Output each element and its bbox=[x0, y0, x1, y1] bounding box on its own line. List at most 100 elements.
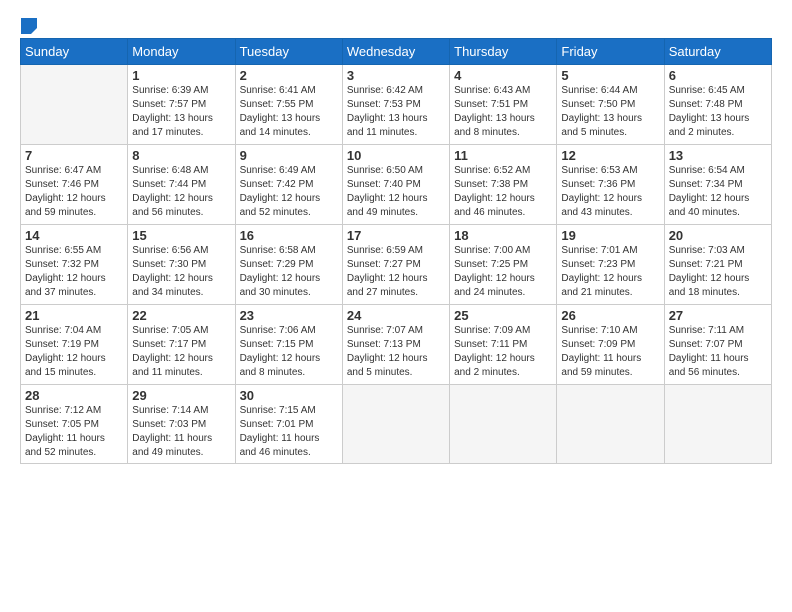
weekday-header: Friday bbox=[557, 39, 664, 65]
weekday-header: Tuesday bbox=[235, 39, 342, 65]
day-info: Sunrise: 6:59 AM Sunset: 7:27 PM Dayligh… bbox=[347, 244, 445, 300]
day-info: Sunrise: 7:00 AM Sunset: 7:25 PM Dayligh… bbox=[454, 244, 552, 300]
day-number: 28 bbox=[25, 388, 123, 403]
calendar-day-cell: 30Sunrise: 7:15 AM Sunset: 7:01 PM Dayli… bbox=[235, 385, 342, 464]
weekday-header-row: SundayMondayTuesdayWednesdayThursdayFrid… bbox=[21, 39, 772, 65]
day-number: 7 bbox=[25, 148, 123, 163]
day-info: Sunrise: 7:03 AM Sunset: 7:21 PM Dayligh… bbox=[669, 244, 767, 300]
day-info: Sunrise: 6:54 AM Sunset: 7:34 PM Dayligh… bbox=[669, 164, 767, 220]
calendar-day-cell: 10Sunrise: 6:50 AM Sunset: 7:40 PM Dayli… bbox=[342, 145, 449, 225]
logo-icon bbox=[21, 18, 37, 34]
calendar-day-cell: 12Sunrise: 6:53 AM Sunset: 7:36 PM Dayli… bbox=[557, 145, 664, 225]
day-number: 20 bbox=[669, 228, 767, 243]
day-number: 25 bbox=[454, 308, 552, 323]
calendar-week-row: 28Sunrise: 7:12 AM Sunset: 7:05 PM Dayli… bbox=[21, 385, 772, 464]
calendar-week-row: 7Sunrise: 6:47 AM Sunset: 7:46 PM Daylig… bbox=[21, 145, 772, 225]
calendar-day-cell bbox=[342, 385, 449, 464]
logo bbox=[20, 16, 37, 30]
calendar-day-cell bbox=[450, 385, 557, 464]
day-number: 5 bbox=[561, 68, 659, 83]
day-number: 8 bbox=[132, 148, 230, 163]
day-info: Sunrise: 6:39 AM Sunset: 7:57 PM Dayligh… bbox=[132, 84, 230, 140]
day-info: Sunrise: 7:14 AM Sunset: 7:03 PM Dayligh… bbox=[132, 404, 230, 460]
calendar-day-cell: 29Sunrise: 7:14 AM Sunset: 7:03 PM Dayli… bbox=[128, 385, 235, 464]
day-info: Sunrise: 7:09 AM Sunset: 7:11 PM Dayligh… bbox=[454, 324, 552, 380]
day-number: 10 bbox=[347, 148, 445, 163]
calendar-day-cell: 20Sunrise: 7:03 AM Sunset: 7:21 PM Dayli… bbox=[664, 225, 771, 305]
calendar-day-cell: 15Sunrise: 6:56 AM Sunset: 7:30 PM Dayli… bbox=[128, 225, 235, 305]
calendar-day-cell: 21Sunrise: 7:04 AM Sunset: 7:19 PM Dayli… bbox=[21, 305, 128, 385]
calendar-day-cell: 25Sunrise: 7:09 AM Sunset: 7:11 PM Dayli… bbox=[450, 305, 557, 385]
day-number: 16 bbox=[240, 228, 338, 243]
calendar-day-cell: 23Sunrise: 7:06 AM Sunset: 7:15 PM Dayli… bbox=[235, 305, 342, 385]
calendar-day-cell: 16Sunrise: 6:58 AM Sunset: 7:29 PM Dayli… bbox=[235, 225, 342, 305]
day-info: Sunrise: 7:10 AM Sunset: 7:09 PM Dayligh… bbox=[561, 324, 659, 380]
day-info: Sunrise: 7:11 AM Sunset: 7:07 PM Dayligh… bbox=[669, 324, 767, 380]
day-info: Sunrise: 6:48 AM Sunset: 7:44 PM Dayligh… bbox=[132, 164, 230, 220]
day-info: Sunrise: 6:43 AM Sunset: 7:51 PM Dayligh… bbox=[454, 84, 552, 140]
day-info: Sunrise: 6:42 AM Sunset: 7:53 PM Dayligh… bbox=[347, 84, 445, 140]
weekday-header: Thursday bbox=[450, 39, 557, 65]
weekday-header: Wednesday bbox=[342, 39, 449, 65]
day-number: 30 bbox=[240, 388, 338, 403]
calendar-day-cell: 6Sunrise: 6:45 AM Sunset: 7:48 PM Daylig… bbox=[664, 65, 771, 145]
day-info: Sunrise: 6:55 AM Sunset: 7:32 PM Dayligh… bbox=[25, 244, 123, 300]
day-number: 24 bbox=[347, 308, 445, 323]
weekday-header: Saturday bbox=[664, 39, 771, 65]
calendar-day-cell bbox=[557, 385, 664, 464]
day-number: 14 bbox=[25, 228, 123, 243]
day-info: Sunrise: 6:56 AM Sunset: 7:30 PM Dayligh… bbox=[132, 244, 230, 300]
day-number: 11 bbox=[454, 148, 552, 163]
calendar-day-cell: 9Sunrise: 6:49 AM Sunset: 7:42 PM Daylig… bbox=[235, 145, 342, 225]
day-info: Sunrise: 6:41 AM Sunset: 7:55 PM Dayligh… bbox=[240, 84, 338, 140]
day-info: Sunrise: 7:15 AM Sunset: 7:01 PM Dayligh… bbox=[240, 404, 338, 460]
day-info: Sunrise: 6:53 AM Sunset: 7:36 PM Dayligh… bbox=[561, 164, 659, 220]
calendar-day-cell: 22Sunrise: 7:05 AM Sunset: 7:17 PM Dayli… bbox=[128, 305, 235, 385]
day-number: 18 bbox=[454, 228, 552, 243]
day-number: 27 bbox=[669, 308, 767, 323]
day-info: Sunrise: 7:12 AM Sunset: 7:05 PM Dayligh… bbox=[25, 404, 123, 460]
calendar-day-cell: 27Sunrise: 7:11 AM Sunset: 7:07 PM Dayli… bbox=[664, 305, 771, 385]
calendar-day-cell: 4Sunrise: 6:43 AM Sunset: 7:51 PM Daylig… bbox=[450, 65, 557, 145]
day-number: 19 bbox=[561, 228, 659, 243]
header bbox=[20, 16, 772, 30]
calendar-day-cell: 17Sunrise: 6:59 AM Sunset: 7:27 PM Dayli… bbox=[342, 225, 449, 305]
calendar-day-cell: 24Sunrise: 7:07 AM Sunset: 7:13 PM Dayli… bbox=[342, 305, 449, 385]
calendar-day-cell: 13Sunrise: 6:54 AM Sunset: 7:34 PM Dayli… bbox=[664, 145, 771, 225]
day-number: 2 bbox=[240, 68, 338, 83]
day-number: 15 bbox=[132, 228, 230, 243]
day-info: Sunrise: 6:44 AM Sunset: 7:50 PM Dayligh… bbox=[561, 84, 659, 140]
day-number: 26 bbox=[561, 308, 659, 323]
day-info: Sunrise: 7:04 AM Sunset: 7:19 PM Dayligh… bbox=[25, 324, 123, 380]
day-info: Sunrise: 6:58 AM Sunset: 7:29 PM Dayligh… bbox=[240, 244, 338, 300]
calendar-day-cell: 8Sunrise: 6:48 AM Sunset: 7:44 PM Daylig… bbox=[128, 145, 235, 225]
calendar-day-cell: 14Sunrise: 6:55 AM Sunset: 7:32 PM Dayli… bbox=[21, 225, 128, 305]
weekday-header: Sunday bbox=[21, 39, 128, 65]
day-info: Sunrise: 6:47 AM Sunset: 7:46 PM Dayligh… bbox=[25, 164, 123, 220]
day-info: Sunrise: 6:45 AM Sunset: 7:48 PM Dayligh… bbox=[669, 84, 767, 140]
calendar-day-cell: 19Sunrise: 7:01 AM Sunset: 7:23 PM Dayli… bbox=[557, 225, 664, 305]
day-info: Sunrise: 6:50 AM Sunset: 7:40 PM Dayligh… bbox=[347, 164, 445, 220]
day-number: 1 bbox=[132, 68, 230, 83]
calendar-day-cell: 18Sunrise: 7:00 AM Sunset: 7:25 PM Dayli… bbox=[450, 225, 557, 305]
logo-text bbox=[20, 16, 37, 30]
calendar-day-cell: 5Sunrise: 6:44 AM Sunset: 7:50 PM Daylig… bbox=[557, 65, 664, 145]
day-number: 6 bbox=[669, 68, 767, 83]
day-number: 23 bbox=[240, 308, 338, 323]
calendar-week-row: 21Sunrise: 7:04 AM Sunset: 7:19 PM Dayli… bbox=[21, 305, 772, 385]
calendar-container: SundayMondayTuesdayWednesdayThursdayFrid… bbox=[0, 0, 792, 612]
day-number: 21 bbox=[25, 308, 123, 323]
day-number: 4 bbox=[454, 68, 552, 83]
calendar-day-cell: 26Sunrise: 7:10 AM Sunset: 7:09 PM Dayli… bbox=[557, 305, 664, 385]
day-info: Sunrise: 7:06 AM Sunset: 7:15 PM Dayligh… bbox=[240, 324, 338, 380]
calendar-day-cell: 2Sunrise: 6:41 AM Sunset: 7:55 PM Daylig… bbox=[235, 65, 342, 145]
calendar-week-row: 14Sunrise: 6:55 AM Sunset: 7:32 PM Dayli… bbox=[21, 225, 772, 305]
calendar-day-cell: 1Sunrise: 6:39 AM Sunset: 7:57 PM Daylig… bbox=[128, 65, 235, 145]
calendar-day-cell: 11Sunrise: 6:52 AM Sunset: 7:38 PM Dayli… bbox=[450, 145, 557, 225]
day-number: 3 bbox=[347, 68, 445, 83]
day-info: Sunrise: 6:52 AM Sunset: 7:38 PM Dayligh… bbox=[454, 164, 552, 220]
day-number: 22 bbox=[132, 308, 230, 323]
day-info: Sunrise: 6:49 AM Sunset: 7:42 PM Dayligh… bbox=[240, 164, 338, 220]
day-info: Sunrise: 7:05 AM Sunset: 7:17 PM Dayligh… bbox=[132, 324, 230, 380]
calendar-day-cell: 28Sunrise: 7:12 AM Sunset: 7:05 PM Dayli… bbox=[21, 385, 128, 464]
